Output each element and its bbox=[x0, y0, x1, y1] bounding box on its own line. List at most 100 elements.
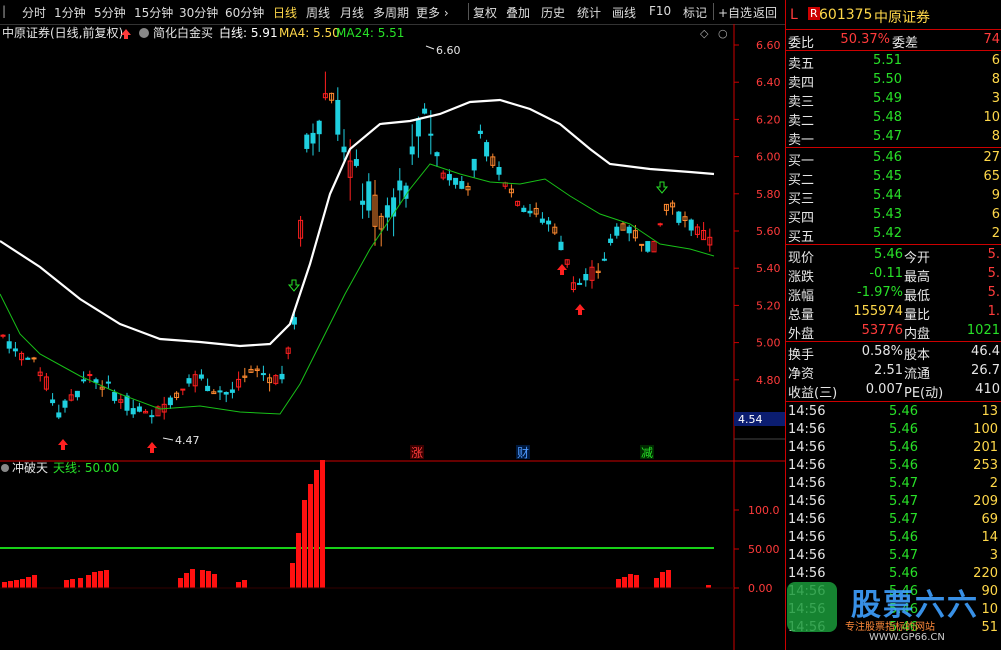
candles bbox=[0, 71, 713, 424]
fund-value: 0.58% bbox=[861, 344, 903, 359]
event-jian[interactable]: 减 bbox=[641, 446, 653, 460]
close-icon[interactable]: ○ bbox=[718, 27, 728, 40]
toolbar-item-2[interactable]: 5分钟 bbox=[94, 4, 126, 21]
sell-row[interactable]: 卖三 5.49 3 bbox=[786, 90, 1001, 110]
toolbar-item-3[interactable]: 15分钟 bbox=[134, 4, 173, 21]
toolbar-item-14[interactable]: 统计 bbox=[577, 4, 601, 21]
tick-time: 14:56 bbox=[788, 494, 826, 509]
watermark-logo-icon bbox=[787, 582, 837, 632]
subchart-bar bbox=[78, 578, 83, 588]
toolbar-item-19[interactable]: 返回 bbox=[753, 4, 777, 21]
stock-name: 中原证券 bbox=[874, 10, 930, 26]
toolbar-item-10[interactable]: 更多 › bbox=[416, 4, 449, 21]
fund-value: 0.007 bbox=[865, 382, 903, 397]
buy-volume: 6 bbox=[991, 207, 1000, 222]
toolbar-item-5[interactable]: 60分钟 bbox=[225, 4, 264, 21]
quote-label: 涨跌 bbox=[788, 270, 815, 285]
toolbar-item-11[interactable]: 复权 bbox=[473, 4, 497, 21]
price-tick-label: 5.00 bbox=[756, 337, 781, 350]
buy-price: 5.44 bbox=[873, 188, 902, 203]
tick-time: 14:56 bbox=[788, 530, 826, 545]
toolbar-item-0[interactable]: 分时 bbox=[22, 4, 46, 21]
candle-body bbox=[93, 379, 99, 383]
toolbar-item-16[interactable]: F10 bbox=[649, 4, 671, 18]
candle-body bbox=[310, 132, 316, 144]
buy-row[interactable]: 买二 5.45 65 bbox=[786, 168, 1001, 188]
tick-volume: 201 bbox=[973, 440, 998, 455]
price-tick-label: 6.00 bbox=[756, 151, 781, 164]
toolbar-item-12[interactable]: 叠加 bbox=[506, 4, 530, 21]
tick-volume: 69 bbox=[981, 512, 998, 527]
subchart-bar bbox=[20, 579, 25, 588]
event-cai[interactable]: 财 bbox=[517, 446, 529, 460]
candle-body bbox=[50, 399, 56, 404]
watermark-logo: 股票六六 专注股票指标的网站 WWW.GP66.CN bbox=[785, 578, 1001, 650]
buy-signal-arrow-icon bbox=[147, 442, 157, 453]
tick-time: 14:56 bbox=[788, 440, 826, 455]
current-price-tag: 4.54 bbox=[738, 413, 763, 426]
candle-body bbox=[539, 218, 545, 223]
candle-body bbox=[205, 385, 211, 392]
candle-body bbox=[546, 220, 552, 225]
tick-row: 14:56 5.46 253 bbox=[786, 457, 1001, 475]
toolbar-item-8[interactable]: 月线 bbox=[340, 4, 364, 21]
buy-row[interactable]: 买四 5.43 6 bbox=[786, 206, 1001, 226]
buy-volume: 2 bbox=[991, 226, 1000, 241]
candle-body bbox=[409, 146, 415, 155]
candle-body bbox=[198, 374, 204, 379]
candle-body bbox=[639, 243, 645, 246]
sell-row[interactable]: 卖一 5.47 8 bbox=[786, 128, 1001, 148]
kline-chart[interactable]: 中原证券(日线,前复权) 简化白金买 白线: 5.91 MA4: 5.50 MA… bbox=[0, 24, 785, 650]
fund-label: 收益(三) bbox=[788, 386, 838, 401]
quote-label: 总量 bbox=[788, 308, 815, 323]
toolbar-item-18[interactable]: +自选 bbox=[718, 4, 752, 21]
subchart-bar bbox=[212, 574, 217, 588]
quote-panel: L R 601375 中原证券 委比 50.37% 委差 74 卖五 5.51 … bbox=[785, 0, 1001, 650]
event-markers[interactable]: 涨 财 减 bbox=[410, 445, 654, 460]
buy-price: 5.46 bbox=[873, 150, 902, 165]
price-tick-label: 4.80 bbox=[756, 374, 781, 387]
subchart-bar bbox=[654, 578, 659, 588]
toolbar-item-15[interactable]: 画线 bbox=[612, 4, 636, 21]
quote-row: 涨跌 -0.11 最高 5. bbox=[786, 265, 1001, 285]
candle-body bbox=[577, 282, 583, 285]
stock-title: 中原证券(日线,前复权) bbox=[2, 25, 123, 40]
toolbar-item-4[interactable]: 30分钟 bbox=[179, 4, 218, 21]
sub-tick-label: 100.0 bbox=[748, 504, 780, 517]
watermark-subtitle: 专注股票指标的网站 bbox=[845, 622, 935, 633]
ma24-line bbox=[0, 163, 715, 415]
sell-row[interactable]: 卖二 5.48 10 bbox=[786, 109, 1001, 129]
candle-body bbox=[360, 200, 366, 205]
candle-body bbox=[291, 317, 297, 325]
sell-label: 卖三 bbox=[788, 95, 815, 110]
buy-row[interactable]: 买五 5.42 2 bbox=[786, 225, 1001, 245]
subchart-bar bbox=[92, 572, 97, 588]
candle-body bbox=[112, 391, 118, 401]
buy-row[interactable]: 买一 5.46 27 bbox=[786, 149, 1001, 169]
toolbar-item-6[interactable]: 日线 bbox=[273, 4, 297, 21]
subchart-bar bbox=[296, 533, 301, 588]
sell-label: 卖二 bbox=[788, 114, 815, 129]
candle-body bbox=[366, 181, 372, 211]
fund-label-2: 股本 bbox=[904, 348, 931, 363]
quote-label-2: 量比 bbox=[904, 308, 931, 323]
toolbar-item-7[interactable]: 周线 bbox=[306, 4, 330, 21]
toolbar-item-17[interactable]: 标记 bbox=[683, 4, 707, 21]
tick-volume: 100 bbox=[973, 422, 998, 437]
dropdown-circle-icon[interactable] bbox=[139, 28, 149, 38]
subchart-bar bbox=[206, 571, 211, 588]
toolbar-item-13[interactable]: 历史 bbox=[541, 4, 565, 21]
sell-label: 卖一 bbox=[788, 133, 815, 148]
toolbar-separator bbox=[468, 3, 469, 20]
diamond-icon[interactable]: ◇ bbox=[700, 27, 709, 40]
event-zhang[interactable]: 涨 bbox=[411, 445, 423, 460]
candle-body bbox=[459, 181, 465, 189]
buy-row[interactable]: 买三 5.44 9 bbox=[786, 187, 1001, 207]
quote-value-2: 1021 bbox=[966, 323, 1000, 338]
sell-row[interactable]: 卖五 5.51 6 bbox=[786, 52, 1001, 72]
sell-row[interactable]: 卖四 5.50 8 bbox=[786, 71, 1001, 91]
toolbar-item-1[interactable]: 1分钟 bbox=[54, 4, 86, 21]
toolbar-item-9[interactable]: 多周期 bbox=[373, 4, 409, 21]
candle-body bbox=[335, 99, 341, 135]
subchart-menu-icon[interactable] bbox=[1, 464, 9, 472]
